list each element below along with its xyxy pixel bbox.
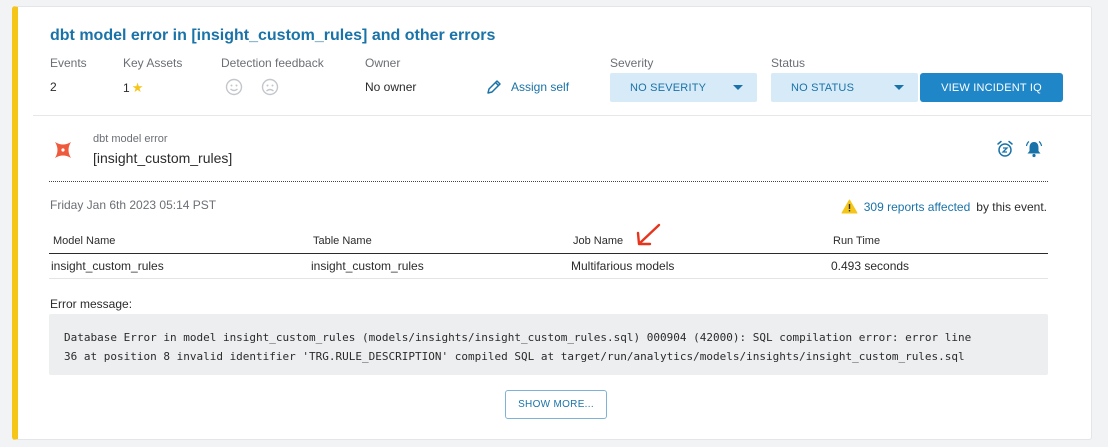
pencil-icon: [487, 80, 501, 94]
assign-self-button[interactable]: Assign self: [485, 78, 569, 96]
event-name: [insight_custom_rules]: [93, 150, 233, 166]
dotted-divider: [49, 181, 1048, 182]
affected-reports-link[interactable]: 309 reports affected: [864, 200, 971, 214]
bell-icon[interactable]: [1025, 140, 1043, 158]
detection-feedback-label: Detection feedback: [221, 56, 324, 70]
table-cell: Multifarious models: [569, 253, 829, 279]
events-count: 2: [50, 80, 57, 94]
affected-reports: 309 reports affected by this event.: [841, 199, 1047, 214]
caret-down-icon: [733, 85, 743, 90]
severity-label: Severity: [610, 56, 654, 70]
thumbs-down-face-icon[interactable]: [261, 78, 279, 96]
affected-reports-suffix: by this event.: [976, 199, 1047, 214]
thumbs-up-face-icon[interactable]: [225, 78, 243, 96]
status-value: NO STATUS: [791, 81, 855, 94]
error-message-label: Error message:: [50, 297, 133, 311]
status-dropdown[interactable]: NO STATUS: [771, 73, 918, 102]
incident-title[interactable]: dbt model error in [insight_custom_rules…: [50, 27, 495, 45]
error-message-line: Database Error in model insight_custom_r…: [64, 331, 972, 344]
event-timestamp: Friday Jan 6th 2023 05:14 PST: [50, 198, 217, 212]
column-header: Job Name: [569, 229, 829, 254]
owner-value: No owner: [365, 80, 417, 94]
table-cell: 0.493 seconds: [829, 253, 1048, 279]
column-header: Table Name: [309, 229, 569, 254]
model-table: Model Name Table Name Job Name Run Time …: [49, 229, 1048, 279]
table-cell: insight_custom_rules: [49, 253, 309, 279]
event-type: dbt model error: [93, 133, 168, 145]
table-row: insight_custom_rules insight_custom_rule…: [49, 253, 1048, 279]
key-assets-label: Key Assets: [123, 56, 183, 70]
status-label: Status: [771, 56, 806, 70]
severity-dropdown[interactable]: NO SEVERITY: [610, 73, 757, 102]
caret-down-icon: [894, 85, 904, 90]
show-more-button[interactable]: SHOW MORE...: [505, 390, 607, 419]
table-cell: insight_custom_rules: [309, 253, 569, 279]
error-message-line: 36 at position 8 invalid identifier 'TRG…: [64, 350, 965, 363]
incident-card: dbt model error in [insight_custom_rules…: [12, 6, 1092, 440]
annotation-arrow-icon: [636, 223, 661, 246]
snooze-alarm-icon[interactable]: [996, 140, 1014, 158]
table-header-row: Model Name Table Name Job Name Run Time: [49, 229, 1048, 254]
view-incident-iq-button[interactable]: VIEW INCIDENT IQ: [920, 73, 1063, 102]
dbt-logo-icon: [55, 142, 71, 158]
header-divider: [33, 115, 1092, 116]
owner-label: Owner: [365, 56, 401, 70]
column-header: Run Time: [829, 229, 1048, 254]
column-header: Model Name: [49, 229, 309, 254]
key-assets-count: 1: [123, 81, 130, 95]
star-icon: ★: [131, 80, 144, 95]
warning-icon: [841, 199, 858, 214]
assign-self-label: Assign self: [511, 80, 570, 94]
severity-value: NO SEVERITY: [630, 81, 707, 94]
key-assets-value: 1 ★: [123, 80, 143, 96]
events-label: Events: [50, 56, 87, 70]
error-message-box: Database Error in model insight_custom_r…: [49, 314, 1048, 375]
